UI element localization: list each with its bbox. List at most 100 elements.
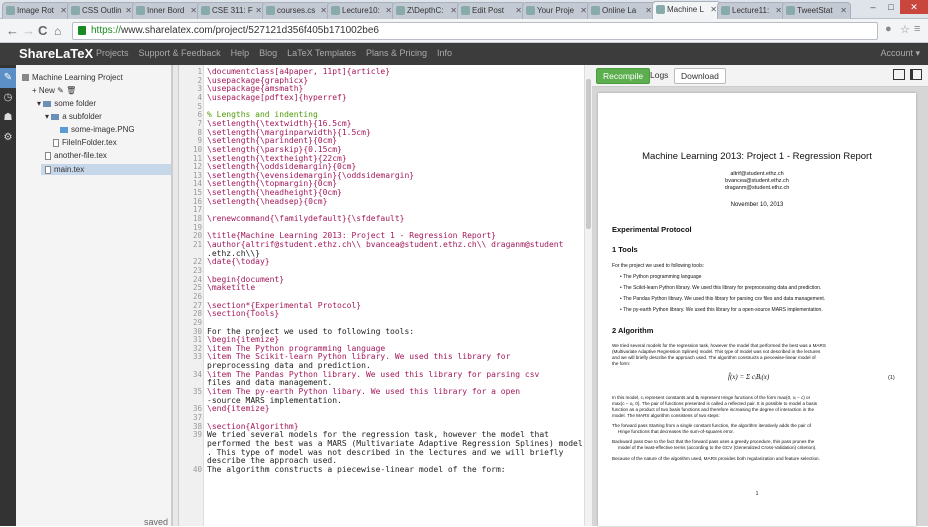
code-line[interactable]: \renewcommand{\familydefault}{\sfdefault… <box>207 214 404 223</box>
file-fileinfolder[interactable]: FileInFolder.tex <box>53 138 117 147</box>
nav-link[interactable]: Info <box>437 48 452 58</box>
browser-tab[interactable]: Image Rot ✕ <box>2 2 71 19</box>
home-icon[interactable]: ⌂ <box>54 22 61 40</box>
close-icon[interactable]: ✕ <box>900 0 928 14</box>
code-line[interactable]: \usepackage{graphicx} <box>207 76 308 85</box>
split-view-icon[interactable] <box>910 69 922 80</box>
history-icon[interactable]: ◷ <box>0 88 16 108</box>
download-button[interactable]: Download <box>674 68 726 84</box>
tab-close-icon[interactable]: ✕ <box>190 3 197 18</box>
code-line[interactable]: \setlength{\parskip}{0.15cm} <box>207 145 342 154</box>
url-input[interactable]: https://www.sharelatex.com/project/52712… <box>72 22 878 40</box>
code-line[interactable]: \author{altrif@student.ethz.ch\\ bvancea… <box>207 240 563 249</box>
browser-tab[interactable]: Your Proje ✕ <box>522 2 591 19</box>
tab-close-icon[interactable]: ✕ <box>515 3 522 18</box>
tab-close-icon[interactable]: ✕ <box>645 3 652 18</box>
code-line[interactable]: \begin{itemize} <box>207 335 279 344</box>
code-line[interactable]: \documentclass[a4paper, 11pt]{article} <box>207 67 390 76</box>
code-line[interactable]: performed the best was a MARS (Multivari… <box>207 439 583 448</box>
code-line[interactable]: \item The Scikit-learn Python library. W… <box>207 352 510 361</box>
account-menu[interactable]: Account ▾ <box>880 48 920 59</box>
code-line[interactable]: \section{Tools} <box>207 309 279 318</box>
pane-divider[interactable] <box>172 65 179 526</box>
browser-tab[interactable]: Lecture11: ✕ <box>717 2 786 19</box>
back-icon[interactable]: ← <box>6 22 19 40</box>
forward-icon[interactable]: → <box>22 22 35 40</box>
nav-link[interactable]: LaTeX Templates <box>287 48 356 58</box>
code-line[interactable]: \setlength{\marginparwidth}{1.5cm} <box>207 128 371 137</box>
nav-link[interactable]: Plans & Pricing <box>366 48 427 58</box>
code-line[interactable]: \maketitle <box>207 283 255 292</box>
nav-link[interactable]: Support & Feedback <box>139 48 221 58</box>
nav-link[interactable]: Blog <box>259 48 277 58</box>
tab-close-icon[interactable]: ✕ <box>840 3 847 18</box>
project-root[interactable]: Machine Learning Project <box>22 73 123 82</box>
code-line[interactable]: \section*{Experimental Protocol} <box>207 301 361 310</box>
browser-tab[interactable]: Online La ✕ <box>587 2 656 19</box>
editor-scrollbar[interactable] <box>584 65 592 526</box>
extension-icon[interactable]: ● <box>885 23 892 35</box>
code-line[interactable]: \setlength{\textheight}{22cm} <box>207 154 347 163</box>
tab-close-icon[interactable]: ✕ <box>320 3 327 18</box>
browser-tab[interactable]: courses.cs ✕ <box>262 2 331 19</box>
code-line[interactable]: \end{itemize} <box>207 404 270 413</box>
maximize-icon[interactable]: □ <box>882 0 900 14</box>
code-line[interactable]: .ethz.ch\\} <box>207 249 260 258</box>
nav-link[interactable]: Help <box>231 48 250 58</box>
file-main-tex[interactable]: main.tex <box>41 164 171 175</box>
code-line[interactable]: files and data management. <box>207 378 332 387</box>
code-line[interactable]: \begin{document} <box>207 275 284 284</box>
code-line[interactable]: \item The Pandas Python library. We used… <box>207 370 539 379</box>
file-another-file[interactable]: another-file.tex <box>45 151 107 160</box>
brand-logo[interactable]: ShareLaTeX <box>19 46 93 61</box>
code-line[interactable]: \setlength{\textwidth}{16.5cm} <box>207 119 352 128</box>
code-line[interactable]: . This type of model was not described i… <box>207 448 563 457</box>
code-line[interactable]: % Lengths and indenting <box>207 110 318 119</box>
nav-link[interactable]: Projects <box>96 48 129 58</box>
reload-icon[interactable]: C <box>38 22 47 40</box>
scrollbar-thumb[interactable] <box>586 79 591 229</box>
star-icon[interactable]: ☆ <box>900 23 910 36</box>
code-line[interactable]: \item The py-earth Python libary. We use… <box>207 387 520 396</box>
code-line[interactable]: \date{\today} <box>207 257 270 266</box>
code-line[interactable]: \title{Machine Learning 2013: Project 1 … <box>207 231 496 240</box>
browser-tab[interactable]: Edit Post ✕ <box>457 2 526 19</box>
code-line[interactable]: -source MARS implementation. <box>207 396 342 405</box>
code-line[interactable]: For the project we used to following too… <box>207 327 414 336</box>
tab-close-icon[interactable]: ✕ <box>775 3 782 18</box>
browser-tab[interactable]: Inner Bord ✕ <box>132 2 201 19</box>
browser-tab[interactable]: CSE 311: F ✕ <box>197 2 266 19</box>
code-line[interactable]: describe the approach used. <box>207 456 337 465</box>
code-line[interactable]: \setlength{\topmargin}{0cm} <box>207 179 337 188</box>
users-icon[interactable]: ☗ <box>0 108 16 128</box>
file-some-image[interactable]: some-image.PNG <box>60 125 135 134</box>
edit-icon[interactable]: ✎ <box>0 68 16 88</box>
tab-close-icon[interactable]: ✕ <box>125 3 132 18</box>
code-line[interactable]: \setlength{\oddsidemargin}{0cm} <box>207 162 356 171</box>
single-page-icon[interactable] <box>893 69 905 80</box>
browser-tab[interactable]: Z\DepthC: ✕ <box>392 2 461 19</box>
code-line[interactable]: \usepackage[pdftex]{hyperref} <box>207 93 347 102</box>
tab-close-icon[interactable]: ✕ <box>580 3 587 18</box>
code-line[interactable]: preprocessing data and prediction. <box>207 361 371 370</box>
code-line[interactable]: \section{Algorithm} <box>207 422 299 431</box>
browser-tab[interactable]: Machine L ✕ <box>652 1 721 19</box>
tab-close-icon[interactable]: ✕ <box>385 3 392 18</box>
tab-close-icon[interactable]: ✕ <box>60 3 67 18</box>
browser-tab[interactable]: TweetStat ✕ <box>782 2 851 19</box>
code-line[interactable]: \usepackage{amsmath} <box>207 84 303 93</box>
code-line[interactable]: We tried several models for the regressi… <box>207 430 549 439</box>
browser-tab[interactable]: CSS Outlin ✕ <box>67 2 136 19</box>
tab-close-icon[interactable]: ✕ <box>450 3 457 18</box>
code-line[interactable]: The algorithm constructs a piecewise-lin… <box>207 465 506 474</box>
recompile-button[interactable]: Recompile <box>596 68 651 84</box>
folder-a-subfolder[interactable]: ▾ a subfolder <box>45 112 102 121</box>
tab-close-icon[interactable]: ✕ <box>255 3 262 18</box>
code-line[interactable]: \setlength{\evensidemargin}{\oddsidemarg… <box>207 171 414 180</box>
code-line[interactable]: \setlength{\headheight}{0cm} <box>207 188 342 197</box>
code-line[interactable]: \setlength{\parindent}{0cm} <box>207 136 337 145</box>
new-file-button[interactable]: + New ✎ 🗑 <box>32 86 76 95</box>
browser-tab[interactable]: Lecture10: ✕ <box>327 2 396 19</box>
code-line[interactable]: \item The Python programming language <box>207 344 385 353</box>
code-editor[interactable]: 1 \documentclass[a4paper, 11pt]{article} 2… <box>179 65 584 526</box>
